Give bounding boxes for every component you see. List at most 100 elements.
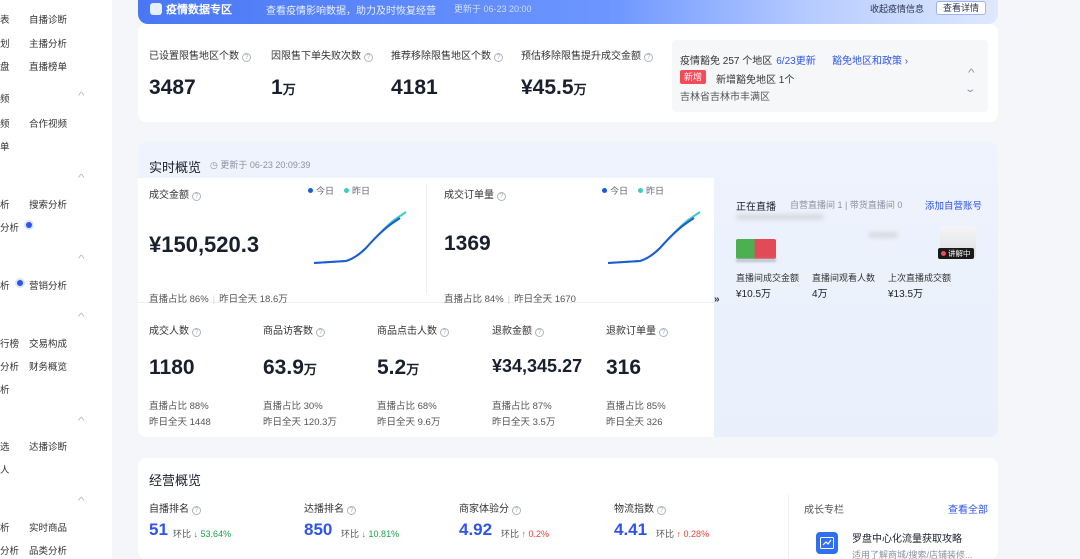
chart-legend: 今日 昨日 bbox=[602, 184, 664, 197]
new-badge: 新增 bbox=[680, 70, 707, 84]
sidebar-item-finance-overview[interactable]: 财务概览 bbox=[29, 359, 67, 373]
chevron-up-icon[interactable]: ^ bbox=[968, 68, 975, 79]
sidebar-item-trade-composition[interactable]: 交易构成 bbox=[29, 336, 67, 350]
sidebar-item[interactable]: 表 bbox=[0, 12, 10, 26]
add-self-account-link[interactable]: 添加自营账号 bbox=[925, 198, 982, 212]
chevron-up-icon[interactable]: ^ bbox=[78, 91, 85, 102]
sidebar-item[interactable]: 分析 bbox=[0, 359, 19, 373]
view-details-button[interactable]: 查看详情 bbox=[936, 1, 986, 15]
metric-yesterday: 昨日全天 326 bbox=[606, 417, 663, 428]
chevron-up-icon[interactable]: ^ bbox=[78, 254, 85, 265]
epidemic-banner: 疫情数据专区 查看疫情影响数据，助力及时恢复经营 更新于 06-23 20:00… bbox=[138, 0, 998, 24]
help-icon[interactable]: ? bbox=[347, 506, 356, 515]
biz-label: 商家体验分? bbox=[459, 500, 521, 515]
main-content: 疫情数据专区 查看疫情影响数据，助力及时恢复经营 更新于 06-23 20:00… bbox=[128, 0, 1068, 559]
chevron-up-icon[interactable]: ^ bbox=[78, 496, 85, 507]
orders-trend-chart bbox=[607, 211, 701, 264]
metric-yesterday: 昨日全天 3.5万 bbox=[492, 417, 556, 428]
epidemic-icon bbox=[150, 3, 162, 15]
banner-subtitle: 查看疫情影响数据，助力及时恢复经营 bbox=[266, 6, 436, 17]
view-all-link[interactable]: 查看全部 bbox=[948, 501, 988, 516]
biz-value: 51 bbox=[149, 520, 168, 539]
business-title: 经营概览 bbox=[149, 473, 202, 488]
yesterday-trend-line bbox=[607, 211, 701, 264]
sidebar-item-category-analysis[interactable]: 品类分析 bbox=[29, 543, 67, 557]
explaining-badge: 讲解中 bbox=[938, 248, 974, 259]
sidebar-item[interactable]: 析 bbox=[0, 382, 10, 396]
sidebar-item[interactable]: 频 bbox=[0, 116, 10, 130]
chevron-up-icon[interactable]: ^ bbox=[78, 312, 85, 323]
new-exemption-text: 新增豁免地区 1个 bbox=[716, 75, 795, 86]
help-icon[interactable]: ? bbox=[316, 328, 325, 337]
chevron-up-icon[interactable]: ^ bbox=[78, 416, 85, 427]
help-icon[interactable]: ? bbox=[657, 506, 666, 515]
sidebar-item[interactable]: 析 bbox=[0, 278, 10, 292]
orders-sub: 直播占比 84% | 昨日全天 1670 bbox=[444, 294, 576, 305]
chevron-down-icon[interactable]: ⌄ bbox=[964, 84, 976, 95]
fold-epidemic-toggle[interactable]: 收起疫情信息 bbox=[870, 2, 924, 15]
metric-ratio: 直播占比 88% bbox=[149, 401, 209, 412]
sidebar-item[interactable]: 人 bbox=[0, 462, 10, 476]
article-chart-icon bbox=[816, 532, 838, 554]
help-icon[interactable]: ? bbox=[192, 328, 201, 337]
help-icon[interactable]: ? bbox=[192, 506, 201, 515]
sidebar-item-anchor-analysis[interactable]: 主播分析 bbox=[29, 36, 67, 50]
sidebar-item-self-live-diagnosis[interactable]: 自播诊断 bbox=[29, 12, 67, 26]
arrow-down-icon: ↓ bbox=[361, 529, 367, 539]
help-icon[interactable]: ? bbox=[440, 328, 449, 337]
sidebar-group-video[interactable]: 频 bbox=[0, 91, 10, 105]
help-icon[interactable]: ? bbox=[512, 506, 521, 515]
stat-value: 3487 bbox=[149, 76, 196, 99]
gmv-trend-chart bbox=[313, 211, 407, 264]
biz-label: 自播排名? bbox=[149, 500, 201, 515]
metric-value-clicks: 5.2万 bbox=[377, 356, 420, 379]
help-icon[interactable]: ? bbox=[364, 53, 373, 62]
sidebar-item[interactable]: 盘 bbox=[0, 59, 10, 73]
sidebar-item[interactable]: 析 bbox=[0, 520, 10, 534]
sidebar-item-search-analysis[interactable]: 搜索分析 bbox=[29, 197, 67, 211]
metric-value-visitors: 63.9万 bbox=[263, 356, 317, 379]
sidebar-item[interactable]: 析 bbox=[0, 197, 10, 211]
live-title: 正在直播 bbox=[736, 202, 776, 213]
help-icon[interactable]: ? bbox=[535, 328, 544, 337]
help-icon[interactable]: ? bbox=[659, 328, 668, 337]
help-icon[interactable]: ? bbox=[242, 53, 251, 62]
sidebar-item-marketing-analysis[interactable]: 营销分析 bbox=[29, 278, 67, 292]
live-stat-value: ¥10.5万 bbox=[736, 289, 772, 300]
arrow-up-icon: ↑ bbox=[521, 529, 527, 539]
stat-label: 因限售下单失败次数? bbox=[271, 47, 373, 62]
biz-compare: 环比 ↑ 0.2% bbox=[501, 529, 550, 539]
chevron-up-icon[interactable]: ^ bbox=[78, 173, 85, 184]
live-room-panel: 正在直播 自营直播间 1 | 带货直播间 0 添加自营账号 讲解中 直播间成交金… bbox=[728, 192, 990, 422]
biz-value: 850 bbox=[304, 520, 333, 539]
help-icon[interactable]: ? bbox=[644, 53, 653, 62]
biz-compare: 环比 ↓ 53.64% bbox=[173, 529, 232, 539]
sidebar: 表 自播诊断 划 主播分析 盘 直播榜单 频 ^ 频 合作视频 单 ^ 析 搜索… bbox=[0, 0, 112, 559]
sidebar-item[interactable]: 行榜 bbox=[0, 336, 19, 350]
sidebar-item-live-ranking[interactable]: 直播榜单 bbox=[29, 59, 67, 73]
live-room-status: 自营直播间 1 | 带货直播间 0 bbox=[790, 200, 903, 210]
sidebar-item[interactable]: 选 bbox=[0, 439, 10, 453]
gmv-sub: 直播占比 86% | 昨日全天 18.6万 bbox=[149, 294, 288, 305]
arrow-down-icon: ↓ bbox=[193, 529, 199, 539]
sidebar-item-collab-video[interactable]: 合作视频 bbox=[29, 116, 67, 130]
live-cover-image[interactable] bbox=[736, 239, 776, 259]
sidebar-item-talent-live-diagnosis[interactable]: 达播诊断 bbox=[29, 439, 67, 453]
sidebar-item[interactable]: 单 bbox=[0, 139, 10, 153]
expand-icon[interactable]: » bbox=[714, 294, 720, 305]
sidebar-item-active[interactable]: 分析 bbox=[0, 220, 19, 234]
article-title-link[interactable]: 罗盘中心化流量获取攻略 bbox=[852, 530, 962, 545]
stat-label: 已设置限售地区个数? bbox=[149, 47, 251, 62]
help-icon[interactable]: ? bbox=[192, 192, 201, 201]
banner-title: 疫情数据专区 bbox=[166, 4, 232, 16]
biz-compare: 环比 ↓ 10.81% bbox=[341, 529, 400, 539]
orders-value: 1369 bbox=[444, 232, 491, 255]
biz-value: 4.92 bbox=[459, 520, 493, 539]
help-icon[interactable]: ? bbox=[494, 53, 503, 62]
sidebar-item-realtime-product[interactable]: 实时商品 bbox=[29, 520, 67, 534]
sidebar-item[interactable]: 分析 bbox=[0, 543, 19, 557]
yesterday-trend-line bbox=[313, 211, 407, 264]
exemption-policy-link[interactable]: 豁免地区和政策 › bbox=[832, 52, 908, 67]
help-icon[interactable]: ? bbox=[497, 192, 506, 201]
sidebar-item[interactable]: 划 bbox=[0, 36, 10, 50]
